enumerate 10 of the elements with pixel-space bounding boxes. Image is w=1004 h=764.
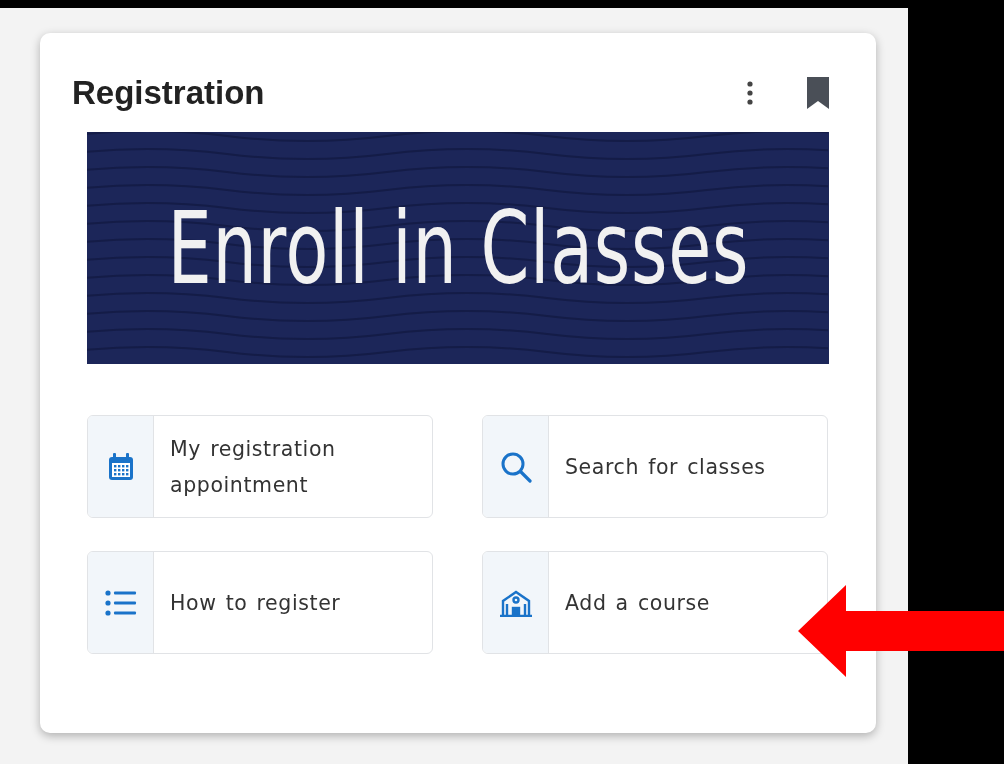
quick-link[interactable]: How to register (87, 551, 433, 654)
building-icon (498, 588, 533, 617)
banner-title: Enroll in Classes (167, 189, 749, 307)
search-icon (499, 450, 532, 483)
quick-link[interactable]: Search for classes (482, 415, 828, 518)
card-title: Registration (72, 74, 266, 112)
list-icon (104, 589, 137, 616)
quick-link[interactable]: My registration appointment (87, 415, 433, 518)
quick-link[interactable]: Add a course (482, 551, 828, 654)
calendar-icon (106, 451, 135, 482)
